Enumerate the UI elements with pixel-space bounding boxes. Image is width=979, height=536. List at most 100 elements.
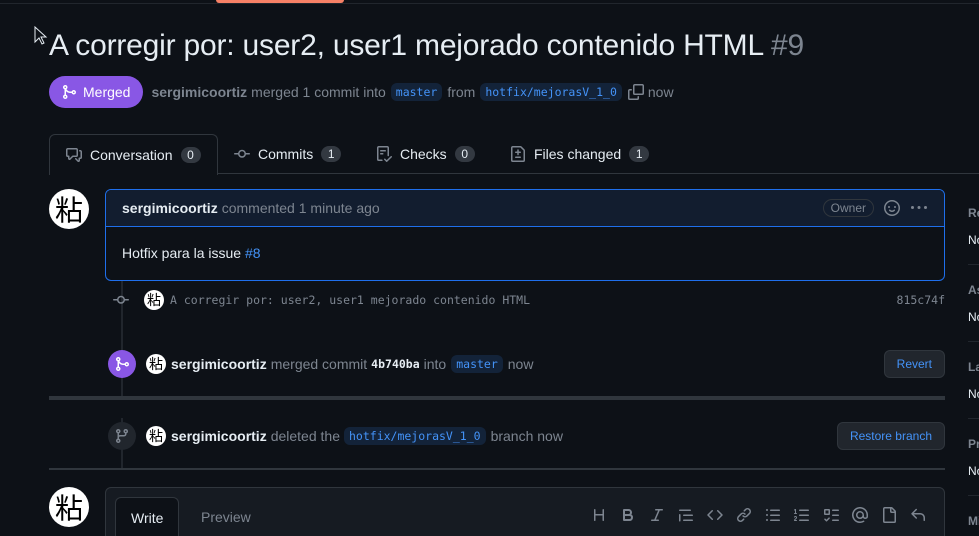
sidebar-projects[interactable]: Projects (968, 437, 979, 451)
head-branch[interactable]: hotfix/mejorasV_1_0 (480, 83, 622, 101)
top-nav-underline (0, 0, 979, 4)
sidebar-labels[interactable]: Labels (968, 360, 979, 374)
comment-body: Hotfix para la issue #8 (106, 227, 944, 279)
comment-form-divider (49, 468, 945, 470)
code-icon[interactable] (706, 506, 724, 524)
merge-author-avatar[interactable]: 粘 (146, 354, 166, 374)
git-merge-icon (116, 357, 130, 371)
cross-reference-icon[interactable] (880, 506, 898, 524)
comment-author[interactable]: sergimicoortiz (122, 200, 218, 216)
checklist-icon (377, 146, 392, 162)
commit-message[interactable]: A corregir por: user2, user1 mejorado co… (170, 293, 530, 307)
sidebar-divider (968, 341, 979, 342)
sidebar-projects-text: None yet (968, 464, 979, 478)
git-commit-icon (113, 295, 129, 304)
heading-icon[interactable] (590, 506, 608, 524)
pr-tabs: Conversation 0 Commits 1 Checks 0 Files … (49, 134, 979, 175)
git-merge-icon (63, 85, 77, 99)
copy-icon[interactable] (627, 84, 644, 100)
git-branch-icon (115, 429, 128, 444)
sidebar-divider (968, 264, 979, 265)
comment-author-avatar[interactable]: 粘 (49, 189, 89, 229)
comment-discussion-icon (66, 148, 82, 162)
sidebar-assignees-text: No one assigned (968, 310, 979, 324)
merge-event: 粘 sergimicoortiz merged commit 4b740ba i… (108, 349, 945, 379)
sidebar-assignees[interactable]: Assignees (968, 283, 979, 297)
tab-checks-label: Checks (400, 146, 447, 162)
file-diff-icon (511, 146, 525, 162)
sidebar-assignees-heading: Assignees (968, 283, 979, 297)
tab-files-changed[interactable]: Files changed 1 (510, 134, 650, 174)
sidebar-milestone[interactable]: Milestone (968, 514, 979, 528)
tab-files-changed-count: 1 (629, 146, 650, 162)
mention-icon[interactable] (851, 506, 869, 524)
sidebar-projects-heading: Projects (968, 437, 979, 451)
quote-icon[interactable] (677, 506, 695, 524)
write-tab[interactable]: Write (115, 497, 180, 536)
pr-title: A corregir por: user2, user1 mejorado co… (49, 29, 804, 63)
tab-commits-label: Commits (258, 146, 314, 162)
issue-link[interactable]: #8 (245, 245, 261, 261)
delete-author[interactable]: sergimicoortiz (171, 428, 267, 444)
branch-deleted-event: 粘 sergimicoortiz deleted the hotfix/mejo… (108, 421, 945, 451)
sidebar-assignees-value: No one assigned (968, 310, 979, 324)
merged-state-badge: Merged (49, 76, 144, 108)
comment-body-text: Hotfix para la issue (122, 245, 242, 261)
tab-commits[interactable]: Commits 1 (234, 134, 342, 174)
pr-description-comment: sergimicoortiz commented 1 minute ago Ow… (105, 189, 945, 281)
sidebar-labels-value: None yet (968, 387, 979, 401)
sidebar-divider (968, 495, 979, 496)
merge-target-branch[interactable]: master (451, 355, 503, 373)
sidebar-divider (968, 418, 979, 419)
merge-author[interactable]: sergimicoortiz (171, 356, 267, 372)
commit-sha[interactable]: 815c74f (897, 293, 945, 307)
delete-suffix: branch now (490, 428, 563, 444)
tab-conversation-label: Conversation (90, 147, 173, 163)
comment-time[interactable]: 1 minute ago (299, 200, 380, 216)
owner-badge: Owner (822, 199, 874, 217)
task-list-icon[interactable] (822, 506, 840, 524)
deleted-branch: hotfix/mejorasV_1_0 (344, 427, 486, 445)
delete-author-avatar[interactable]: 粘 (146, 426, 166, 446)
preview-tab[interactable]: Preview (201, 497, 251, 536)
delete-action: deleted the (270, 428, 340, 444)
italic-icon[interactable] (648, 506, 666, 524)
branch-deleted-badge (108, 422, 136, 450)
commit-author-avatar[interactable]: 粘 (144, 290, 164, 310)
sidebar-milestone-heading: Milestone (968, 514, 979, 528)
tab-files-changed-label: Files changed (534, 146, 622, 162)
sidebar-reviewers-value: No reviews (968, 233, 979, 247)
commit-item: 粘 A corregir por: user2, user1 mejorado … (112, 289, 945, 311)
mouse-cursor-icon (34, 26, 48, 45)
reply-icon[interactable] (909, 506, 927, 524)
pr-meta: Merged sergimicoortiz merged 1 commit in… (49, 76, 674, 108)
merge-time[interactable]: now (508, 356, 534, 372)
git-commit-icon (234, 149, 250, 158)
tab-conversation[interactable]: Conversation 0 (49, 134, 218, 175)
tab-checks[interactable]: Checks 0 (376, 134, 475, 174)
link-icon[interactable] (735, 506, 753, 524)
active-nav-indicator (216, 0, 344, 3)
pr-action-text: merged 1 commit into (251, 84, 386, 100)
pr-title-text: A corregir por: user2, user1 mejorado co… (49, 29, 763, 62)
merge-commit-sha[interactable]: 4b740ba (371, 357, 419, 371)
merge-into-text: into (423, 356, 447, 372)
merge-event-badge (108, 350, 136, 378)
revert-button[interactable]: Revert (883, 350, 945, 378)
kebab-horizontal-icon[interactable] (910, 200, 928, 216)
sidebar-reviewers[interactable]: Reviewers (968, 206, 979, 220)
sidebar-projects-value: None yet (968, 464, 979, 478)
restore-branch-button[interactable]: Restore branch (836, 422, 945, 450)
sidebar-reviewers-heading: Reviewers (968, 206, 979, 220)
smiley-icon[interactable] (884, 200, 900, 216)
current-user-avatar[interactable]: 粘 (49, 487, 89, 527)
markdown-toolbar (590, 506, 927, 524)
ordered-list-icon[interactable] (793, 506, 811, 524)
base-branch[interactable]: master (390, 83, 443, 101)
pr-author-link[interactable]: sergimicoortiz (151, 84, 247, 100)
unordered-list-icon[interactable] (764, 506, 782, 524)
sidebar-labels-heading: Labels (968, 360, 979, 374)
tab-conversation-count: 0 (180, 147, 201, 163)
comment-header: sergimicoortiz commented 1 minute ago Ow… (106, 190, 944, 227)
bold-icon[interactable] (619, 506, 637, 524)
